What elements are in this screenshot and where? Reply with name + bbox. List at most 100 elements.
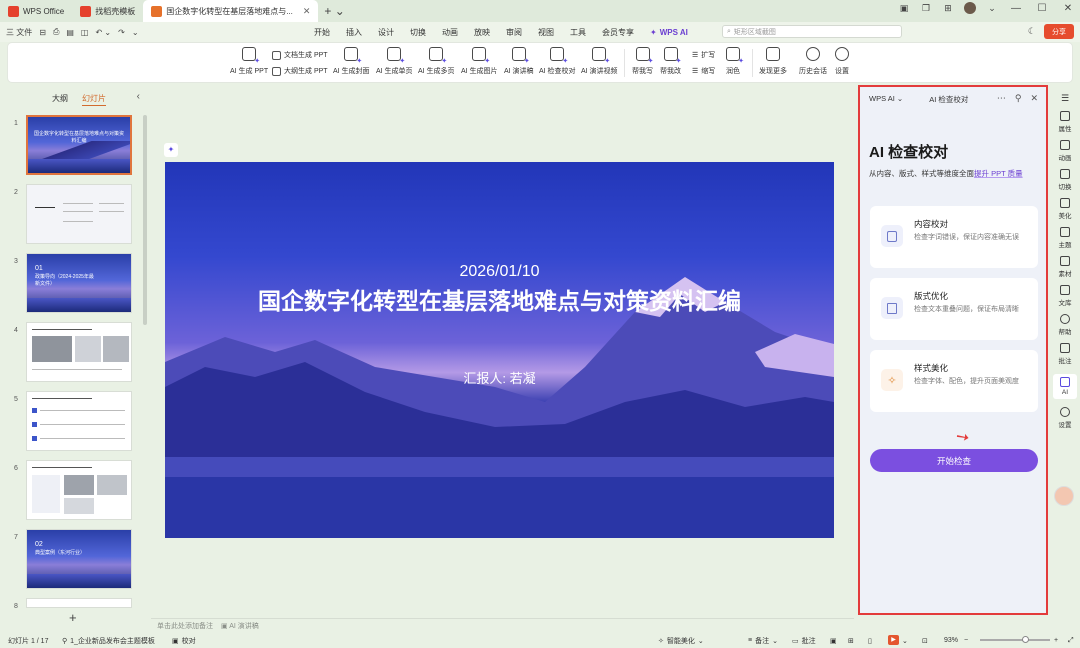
maximize-icon[interactable]: ☐ [1034, 3, 1050, 14]
ai-multi-page-button[interactable]: AI 生成多页 [418, 47, 455, 76]
ai-speech-notes-button[interactable]: ▣ AI 演讲稿 [221, 621, 259, 631]
add-slide-icon[interactable]: + [69, 610, 77, 625]
notification-icon[interactable]: ☾ [1028, 26, 1036, 37]
collapse-panel-icon[interactable]: ‹ [137, 91, 140, 102]
layout-icon[interactable]: ▣ [898, 2, 910, 14]
tab-outline[interactable]: 大纲 [52, 93, 68, 106]
style-beautify-card[interactable]: ✧ 样式美化 检查字体、配色，提升页面美观度 [870, 350, 1038, 412]
slide-1[interactable]: 2026/01/10 国企数字化转型在基层落地难点与对策资料汇编 汇报人: 若凝 [165, 162, 834, 538]
sidebar-item-ai[interactable]: AI [1053, 374, 1077, 399]
preview-icon[interactable]: ◫ [81, 28, 89, 37]
chevron-down-icon[interactable]: ⌄ [986, 2, 998, 14]
shrink-button[interactable]: ☰ 缩写 [692, 66, 715, 76]
zoom-level[interactable]: 93% [944, 637, 958, 644]
thumbnail-scrollbar[interactable] [143, 115, 147, 325]
smart-beautify-button[interactable]: ✧ 智能美化 ⌄ [658, 636, 704, 646]
ai-generate-ppt-button[interactable]: AI 生成 PPT [230, 47, 268, 76]
notes-button[interactable]: ≡ 备注 ⌄ [748, 636, 778, 646]
ai-check-button[interactable]: AI 检查校对 [539, 47, 576, 76]
search-input[interactable]: ⌕ 矩形区域截图 [722, 25, 902, 38]
sidebar-item-help[interactable]: 帮助 [1050, 314, 1080, 336]
menu-design[interactable]: 设计 [378, 27, 394, 38]
start-check-button[interactable]: 开始检查 [870, 449, 1038, 472]
zoom-in-icon[interactable]: + [1054, 637, 1058, 644]
menu-start[interactable]: 开始 [314, 27, 330, 38]
slide-reporter[interactable]: 汇报人: 若凝 [165, 368, 834, 387]
undo-icon[interactable]: ↶ ⌄ [95, 28, 111, 37]
sidebar-item-animation[interactable]: 动画 [1050, 140, 1080, 162]
notes-bar[interactable]: 单击此处添加备注 ▣ AI 演讲稿 [151, 618, 854, 632]
polish-button[interactable]: 润色 [726, 47, 744, 76]
slide-thumbnail[interactable] [26, 184, 132, 244]
close-window-icon[interactable]: ✕ [1060, 3, 1076, 14]
reading-view-icon[interactable]: ▯ [868, 637, 872, 645]
sidebar-item-transition[interactable]: 切换 [1050, 169, 1080, 191]
menu-review[interactable]: 审阅 [506, 27, 522, 38]
more-icon[interactable]: ⌄ [132, 28, 139, 37]
file-menu[interactable]: 三 文件 [6, 27, 32, 38]
pin-icon[interactable]: ⚲ [1015, 93, 1022, 104]
menu-insert[interactable]: 插入 [346, 27, 362, 38]
grid-icon[interactable]: ⊞ [942, 2, 954, 14]
sidebar-item-settings[interactable]: 设置 [1050, 407, 1080, 429]
tab-template[interactable]: 找稻壳模板 [72, 0, 143, 22]
ai-badge-icon[interactable]: ✦ [164, 143, 178, 157]
discover-more-button[interactable]: 发现更多 [759, 47, 787, 76]
ai-image-button[interactable]: AI 生成图片 [461, 47, 498, 76]
doc-to-ppt-button[interactable]: 文档生成 PPT [272, 50, 328, 60]
window-icon[interactable]: ❐ [920, 2, 932, 14]
zoom-out-icon[interactable]: − [964, 637, 968, 644]
template-name[interactable]: ⚲ 1_企业新品发布会主题模板 [62, 636, 155, 646]
play-icon[interactable]: ▶ [888, 635, 899, 645]
avatar-icon[interactable] [964, 2, 976, 14]
fit-window-icon[interactable]: ⊡ [922, 637, 928, 645]
export-icon[interactable]: ⎙ [53, 27, 59, 37]
content-check-card[interactable]: 内容校对 检查字词错误，保证内容准确无误 [870, 206, 1038, 268]
sidebar-item-library[interactable]: 文库 [1050, 285, 1080, 307]
ai-single-page-button[interactable]: AI 生成单页 [376, 47, 413, 76]
close-icon[interactable]: ✕ [1030, 93, 1038, 104]
slide-thumbnail[interactable]: 02 典型案例（东河行业） [26, 529, 132, 589]
sidebar-item-comments[interactable]: 批注 [1050, 343, 1080, 365]
slide-thumbnail[interactable] [26, 322, 132, 382]
slide-date[interactable]: 2026/01/10 [165, 263, 834, 281]
slide-thumbnail[interactable] [26, 598, 132, 608]
save-icon[interactable]: ⊟ [39, 28, 46, 37]
settings-button[interactable]: 设置 [835, 47, 849, 76]
help-edit-button[interactable]: 帮我改 [660, 47, 682, 76]
play-options-icon[interactable]: ⌄ [902, 637, 908, 645]
sidebar-item-theme[interactable]: 主题 [1050, 227, 1080, 249]
sidebar-item-properties[interactable]: 属性 [1050, 111, 1080, 133]
slide-thumbnail[interactable]: 国企数字化转型在基层落地难点与对策资料汇编 [26, 115, 132, 175]
help-write-button[interactable]: 帮我写 [632, 47, 654, 76]
minimize-icon[interactable]: — [1008, 3, 1024, 14]
menu-animation[interactable]: 动画 [442, 27, 458, 38]
normal-view-icon[interactable]: ▣ [830, 637, 837, 645]
slide-title[interactable]: 国企数字化转型在基层落地难点与对策资料汇编 [215, 286, 784, 317]
notes-placeholder[interactable]: 单击此处添加备注 [157, 621, 213, 631]
menu-member[interactable]: 会员专享 [602, 27, 634, 38]
ai-speech-button[interactable]: AI 演讲稿 [504, 47, 534, 76]
sorter-view-icon[interactable]: ⊞ [848, 637, 854, 645]
menu-transition[interactable]: 切换 [410, 27, 426, 38]
new-tab-icon[interactable]: + ⌄ [318, 4, 350, 18]
zoom-slider[interactable] [980, 639, 1050, 641]
assistant-avatar[interactable] [1054, 486, 1074, 506]
ai-cover-button[interactable]: AI 生成封面 [333, 47, 370, 76]
expand-button[interactable]: ☰ 扩写 [692, 50, 715, 60]
wps-ai-dropdown[interactable]: WPS AI ⌄ [869, 94, 903, 105]
more-icon[interactable]: ⋯ [997, 93, 1006, 104]
share-button[interactable]: 分享 [1044, 24, 1074, 39]
sidebar-item-assets[interactable]: 素材 [1050, 256, 1080, 278]
close-tab-icon[interactable]: ✕ [303, 6, 311, 17]
tab-presentation[interactable]: 国企数字化转型在基层落地难点与... ✕ [143, 0, 319, 22]
tab-slides[interactable]: 幻灯片 [82, 93, 106, 106]
layout-optimize-card[interactable]: 版式优化 检查文本重叠问题，保证布局清晰 [870, 278, 1038, 340]
slide-thumbnail[interactable] [26, 460, 132, 520]
menu-slideshow[interactable]: 放映 [474, 27, 490, 38]
slide-thumbnail[interactable] [26, 391, 132, 451]
fullscreen-icon[interactable]: ⤢ [1068, 637, 1074, 645]
outline-to-ppt-button[interactable]: 大纲生成 PPT [272, 66, 328, 76]
zoom-slider-handle[interactable] [1022, 636, 1029, 643]
ai-video-button[interactable]: AI 演讲视频 [581, 47, 618, 76]
